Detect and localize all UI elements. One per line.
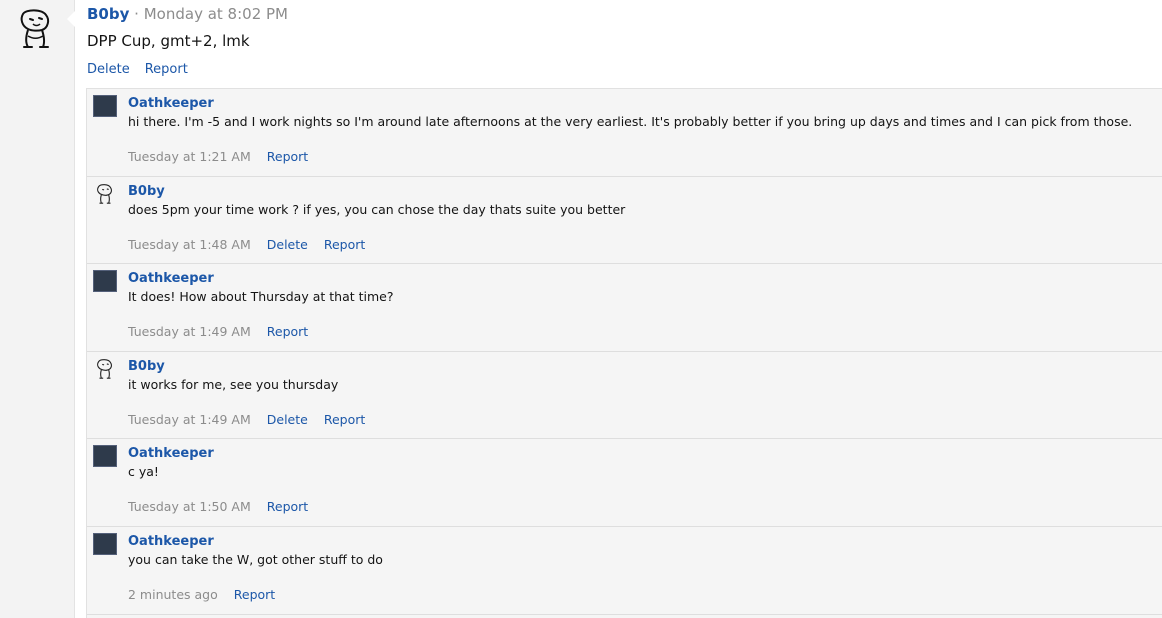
comment-item: Oathkeeper c ya! Tuesday at 1:50 AM Repor… <box>87 439 1162 527</box>
dark-square-avatar-icon[interactable] <box>93 95 117 117</box>
separator: · <box>134 5 139 23</box>
comment-list: Oathkeeper hi there. I'm -5 and I work n… <box>86 88 1162 618</box>
comment-text: hi there. I'm -5 and I work nights so I'… <box>128 114 1133 129</box>
comment-text: does 5pm your time work ? if yes, you ca… <box>128 201 626 217</box>
comment-meta: Tuesday at 1:48 AM Delete Report <box>128 236 381 254</box>
post-actions: Delete Report <box>87 61 203 79</box>
comment-meta: Tuesday at 1:50 AM Report <box>128 498 324 516</box>
report-link[interactable]: Report <box>267 324 308 339</box>
comment-item: Oathkeeper hi there. I'm -5 and I work n… <box>87 89 1162 177</box>
doodle-avatar-icon[interactable] <box>93 358 117 380</box>
comment-meta: 2 minutes ago Report <box>128 586 291 604</box>
post-author-link[interactable]: B0by <box>87 5 129 23</box>
delete-link[interactable]: Delete <box>267 412 308 427</box>
comment-time[interactable]: Tuesday at 1:49 AM <box>128 324 251 339</box>
comment-item: B0by it works for me, see you thursday T… <box>87 352 1162 440</box>
report-link[interactable]: Report <box>234 587 275 602</box>
doodle-avatar-icon[interactable] <box>12 6 58 52</box>
left-avatar-column <box>0 0 75 618</box>
comment-item: Oathkeeper you can take the W, got other… <box>87 527 1162 615</box>
comment-text: c ya! <box>128 464 159 480</box>
comment-author[interactable]: B0by <box>128 183 165 201</box>
delete-link[interactable]: Delete <box>87 62 130 77</box>
comment-text: it works for me, see you thursday <box>128 376 339 392</box>
dark-square-avatar-icon[interactable] <box>93 270 117 293</box>
comment-item: Oathkeeper It does! How about Thursday a… <box>87 264 1162 352</box>
comment-text: It does! How about Thursday at that time… <box>128 289 394 305</box>
report-link[interactable]: Report <box>267 149 308 164</box>
comment-meta: Tuesday at 1:21 AM Report <box>128 148 324 166</box>
post-timestamp[interactable]: Monday at 8:02 PM <box>144 5 288 23</box>
report-link[interactable]: Report <box>324 412 365 427</box>
comment-meta: Tuesday at 1:49 AM Report <box>128 323 324 341</box>
comment-author[interactable]: Oathkeeper <box>128 533 214 551</box>
comment-time[interactable]: 2 minutes ago <box>128 587 218 602</box>
comment-author[interactable]: Oathkeeper <box>128 95 214 113</box>
dark-square-avatar-icon[interactable] <box>93 445 117 468</box>
report-link[interactable]: Report <box>324 237 365 252</box>
comment-text: you can take the W, got other stuff to d… <box>128 551 383 567</box>
comment-author[interactable]: Oathkeeper <box>128 270 214 288</box>
doodle-avatar-icon[interactable] <box>93 183 117 205</box>
comment-author[interactable]: Oathkeeper <box>128 445 214 463</box>
delete-link[interactable]: Delete <box>267 237 308 252</box>
comment-author[interactable]: B0by <box>128 358 165 376</box>
comment-meta: Tuesday at 1:49 AM Delete Report <box>128 411 381 429</box>
comment-time[interactable]: Tuesday at 1:50 AM <box>128 499 251 514</box>
dark-square-avatar-icon[interactable] <box>93 532 117 555</box>
report-link[interactable]: Report <box>267 499 308 514</box>
post-header: B0by · Monday at 8:02 PM <box>87 5 288 23</box>
comment-time[interactable]: Tuesday at 1:49 AM <box>128 412 251 427</box>
report-link[interactable]: Report <box>145 62 188 77</box>
comment-time[interactable]: Tuesday at 1:48 AM <box>128 237 251 252</box>
post-body: DPP Cup, gmt+2, lmk <box>87 32 250 50</box>
comment-time[interactable]: Tuesday at 1:21 AM <box>128 149 251 164</box>
comment-item: B0by does 5pm your time work ? if yes, y… <box>87 177 1162 265</box>
speech-pointer <box>67 11 75 27</box>
